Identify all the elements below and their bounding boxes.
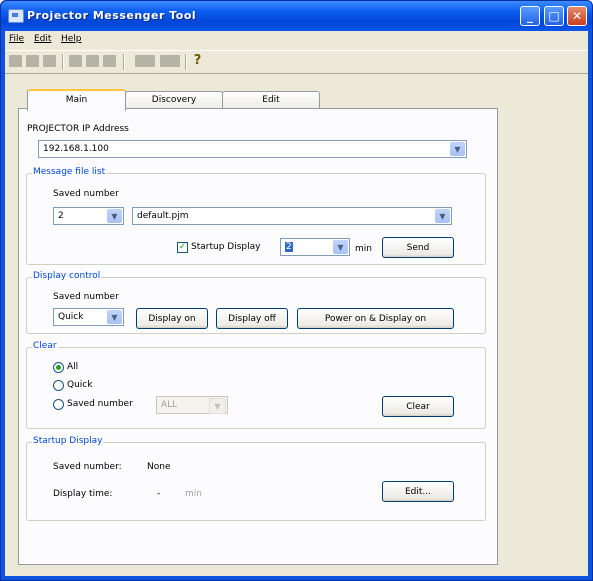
clear-all-label: All bbox=[67, 362, 79, 372]
message-saved-number-value: 2 bbox=[58, 211, 64, 221]
clear-saved-number-value: ALL bbox=[161, 400, 178, 410]
chevron-down-icon[interactable]: ▼ bbox=[450, 142, 465, 156]
tab-main-label: Main bbox=[65, 95, 88, 105]
ip-address-label: PROJECTOR IP Address bbox=[27, 124, 129, 134]
toolbar-separator bbox=[123, 54, 125, 70]
startup-display-group: Startup Display Saved number: None Displ… bbox=[26, 436, 486, 521]
startup-display-time-value: - bbox=[157, 489, 161, 499]
send-button[interactable]: Send bbox=[382, 237, 454, 258]
clear-button[interactable]: Clear bbox=[382, 396, 454, 417]
startup-saved-number-value: None bbox=[147, 462, 171, 472]
menu-help[interactable]: Help bbox=[61, 34, 82, 44]
menu-bar: File Edit Help bbox=[5, 31, 588, 49]
clear-saved-number-label: Saved number bbox=[67, 399, 133, 409]
minimize-button[interactable]: _ bbox=[520, 6, 540, 26]
minimize-icon: _ bbox=[527, 9, 533, 23]
app-icon bbox=[8, 9, 24, 23]
message-file-combo[interactable]: default.pjm ▼ bbox=[132, 207, 452, 225]
power-on-display-on-button[interactable]: Power on & Display on bbox=[297, 308, 454, 329]
display-saved-number-combo[interactable]: Quick ▼ bbox=[53, 308, 124, 326]
menu-edit[interactable]: Edit bbox=[34, 34, 51, 44]
chevron-down-icon[interactable]: ▼ bbox=[107, 310, 122, 324]
message-file-value: default.pjm bbox=[137, 211, 189, 221]
clear-quick-label: Quick bbox=[67, 380, 93, 390]
clear-saved-number-radio[interactable] bbox=[53, 399, 64, 410]
chevron-down-icon[interactable]: ▼ bbox=[333, 240, 348, 254]
maximize-button[interactable]: □ bbox=[544, 6, 564, 26]
help-icon[interactable]: ? bbox=[191, 53, 204, 68]
startup-saved-number-label: Saved number: bbox=[53, 462, 122, 472]
redo-icon[interactable] bbox=[160, 55, 180, 67]
message-saved-number-combo[interactable]: 2 ▼ bbox=[53, 207, 124, 225]
clear-saved-number-combo[interactable]: ALL ▼ bbox=[156, 396, 228, 414]
display-control-group: Display control Saved number Quick ▼ Dis… bbox=[26, 271, 486, 334]
open-icon[interactable] bbox=[26, 55, 39, 67]
tab-discovery[interactable]: Discovery bbox=[125, 91, 223, 109]
client-area: File Edit Help ? Main Discovery Edit PRO… bbox=[5, 31, 588, 576]
menu-help-label: Help bbox=[61, 34, 82, 44]
startup-display-title: Startup Display bbox=[32, 436, 104, 446]
undo-icon[interactable] bbox=[135, 55, 155, 67]
message-file-title: Message file list bbox=[32, 167, 107, 177]
startup-display-label: Startup Display bbox=[191, 242, 261, 252]
toolbar-separator bbox=[62, 54, 64, 70]
paste-icon[interactable] bbox=[103, 55, 116, 67]
close-icon: ✕ bbox=[571, 9, 583, 23]
minutes-value: 2 bbox=[285, 242, 293, 252]
ip-address-value: 192.168.1.100 bbox=[43, 144, 109, 154]
window-title: Projector Messenger Tool bbox=[27, 9, 197, 22]
message-saved-number-label: Saved number bbox=[53, 189, 119, 199]
ip-address-combo[interactable]: 192.168.1.100 ▼ bbox=[38, 140, 467, 158]
main-tab-panel: PROJECTOR IP Address 192.168.1.100 ▼ Mes… bbox=[18, 108, 498, 565]
message-file-group: Message file list Saved number 2 ▼ defau… bbox=[26, 167, 486, 265]
chevron-down-icon[interactable]: ▼ bbox=[435, 209, 450, 223]
display-off-button[interactable]: Display off bbox=[216, 308, 288, 329]
tab-edit-label: Edit bbox=[262, 95, 280, 105]
minutes-combo[interactable]: 2 ▼ bbox=[280, 238, 350, 256]
tab-edit[interactable]: Edit bbox=[222, 91, 320, 109]
maximize-icon: □ bbox=[548, 9, 560, 23]
tab-main[interactable]: Main bbox=[27, 89, 126, 111]
display-saved-number-label: Saved number bbox=[53, 292, 119, 302]
clear-quick-radio[interactable] bbox=[53, 380, 64, 391]
app-window: Projector Messenger Tool _ □ ✕ File Edit… bbox=[0, 0, 593, 581]
save-icon[interactable] bbox=[43, 55, 56, 67]
display-control-title: Display control bbox=[32, 271, 102, 281]
new-icon[interactable] bbox=[9, 55, 22, 67]
startup-display-time-label: Display time: bbox=[53, 489, 113, 499]
menu-file-label: File bbox=[9, 34, 25, 44]
close-button[interactable]: ✕ bbox=[567, 6, 587, 26]
clear-title: Clear bbox=[32, 341, 58, 351]
startup-display-time-unit: min bbox=[185, 489, 202, 499]
menu-edit-label: Edit bbox=[34, 34, 52, 44]
startup-display-checkbox[interactable]: ✓ bbox=[177, 242, 188, 253]
chevron-down-icon[interactable]: ▼ bbox=[209, 398, 226, 414]
chevron-down-icon[interactable]: ▼ bbox=[107, 209, 122, 223]
copy-icon[interactable] bbox=[86, 55, 99, 67]
clear-all-radio[interactable] bbox=[53, 362, 64, 373]
title-bar[interactable]: Projector Messenger Tool _ □ ✕ bbox=[1, 1, 592, 31]
tab-discovery-label: Discovery bbox=[151, 95, 197, 105]
minutes-value-wrap: 2 bbox=[285, 242, 293, 252]
edit-button[interactable]: Edit... bbox=[382, 481, 454, 502]
display-on-button[interactable]: Display on bbox=[136, 308, 208, 329]
cut-icon[interactable] bbox=[69, 55, 82, 67]
minutes-unit-label: min bbox=[355, 244, 372, 254]
display-saved-number-value: Quick bbox=[58, 312, 84, 322]
clear-group: Clear All Quick Saved number ALL ▼ Clear bbox=[26, 341, 486, 429]
menu-file[interactable]: File bbox=[9, 34, 24, 44]
toolbar-separator bbox=[185, 54, 187, 70]
toolbar: ? bbox=[5, 50, 588, 74]
